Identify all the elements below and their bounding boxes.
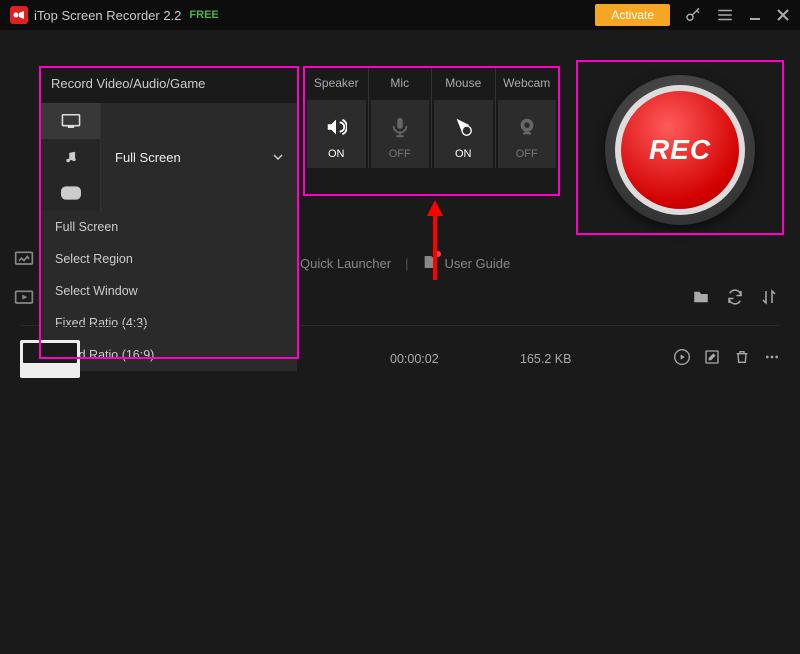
menu-icon[interactable]	[716, 6, 734, 24]
mode-tab-audio[interactable]	[41, 139, 101, 175]
toggle-webcam-button[interactable]: OFF	[498, 100, 557, 168]
file-actions	[692, 288, 778, 311]
titlebar: iTop Screen Recorder 2.2 FREE Activate	[0, 0, 800, 30]
activate-button[interactable]: Activate	[595, 4, 670, 26]
delete-icon[interactable]	[734, 349, 750, 370]
guide-icon	[422, 254, 438, 273]
app-title: iTop Screen Recorder 2.2	[34, 8, 181, 23]
toggle-label: Speaker	[305, 68, 368, 100]
recording-duration: 00:00:02	[390, 352, 439, 366]
toggle-mic: Mic OFF	[368, 68, 432, 168]
chevron-down-icon	[273, 152, 283, 162]
webcam-icon	[498, 114, 557, 140]
screenshot-icon[interactable]	[14, 250, 34, 273]
mode-tab-game[interactable]	[41, 175, 101, 211]
quick-launcher-label: Quick Launcher	[300, 256, 391, 271]
minimize-icon[interactable]	[748, 8, 762, 22]
rec-button-wrap: REC	[600, 70, 760, 230]
mouse-cursor-icon	[434, 114, 493, 140]
toggle-speaker-button[interactable]: ON	[307, 100, 366, 168]
secondary-bar: Quick Launcher | User Guide	[300, 254, 510, 273]
toggle-label: Mouse	[432, 68, 495, 100]
key-icon[interactable]	[684, 6, 702, 24]
toggle-speaker: Speaker ON	[305, 68, 368, 168]
mode-tab-screen[interactable]	[41, 103, 101, 139]
app-logo-icon	[10, 6, 28, 24]
toggle-state: ON	[434, 148, 493, 160]
refresh-icon[interactable]	[726, 288, 744, 311]
toggle-mic-button[interactable]: OFF	[371, 100, 430, 168]
mode-select-dropdown[interactable]: Full Screen	[101, 103, 297, 211]
video-list-icon[interactable]	[14, 289, 34, 312]
toggle-state: OFF	[371, 148, 430, 160]
folder-icon[interactable]	[692, 288, 710, 311]
toggle-panel: Speaker ON Mic OFF Mouse ON Webcam	[305, 68, 558, 168]
toggle-mouse: Mouse ON	[431, 68, 495, 168]
mode-select-value: Full Screen	[115, 150, 181, 165]
sort-icon[interactable]	[760, 288, 778, 311]
recording-row[interactable]: 00:00:02 165.2 KB	[20, 340, 780, 378]
divider: |	[405, 256, 408, 271]
toggle-label: Mic	[369, 68, 432, 100]
play-icon[interactable]	[674, 349, 690, 370]
user-guide-link[interactable]: User Guide	[422, 254, 510, 273]
free-badge: FREE	[189, 9, 218, 21]
rec-button[interactable]: REC	[605, 75, 755, 225]
quick-launcher-link[interactable]: Quick Launcher	[300, 256, 391, 271]
recording-size: 165.2 KB	[520, 352, 571, 366]
row-actions	[674, 349, 780, 370]
toggle-label: Webcam	[496, 68, 559, 100]
rec-button-text: REC	[649, 134, 711, 166]
more-icon[interactable]	[764, 349, 780, 370]
edit-icon[interactable]	[704, 349, 720, 370]
dropdown-item[interactable]: Full Screen	[41, 211, 297, 243]
toggle-mouse-button[interactable]: ON	[434, 100, 493, 168]
toggle-webcam: Webcam OFF	[495, 68, 559, 168]
mic-icon	[371, 114, 430, 140]
record-panel-title: Record Video/Audio/Game	[41, 68, 297, 103]
user-guide-label: User Guide	[444, 256, 510, 271]
recording-list: 00:00:02 165.2 KB	[20, 325, 780, 378]
dropdown-item[interactable]: Select Region	[41, 243, 297, 275]
dropdown-item[interactable]: Select Window	[41, 275, 297, 307]
toggle-state: OFF	[498, 148, 557, 160]
speaker-icon	[307, 114, 366, 140]
toggle-state: ON	[307, 148, 366, 160]
recording-thumbnail	[20, 340, 80, 378]
close-icon[interactable]	[776, 8, 790, 22]
sidebar-icons	[14, 250, 34, 312]
